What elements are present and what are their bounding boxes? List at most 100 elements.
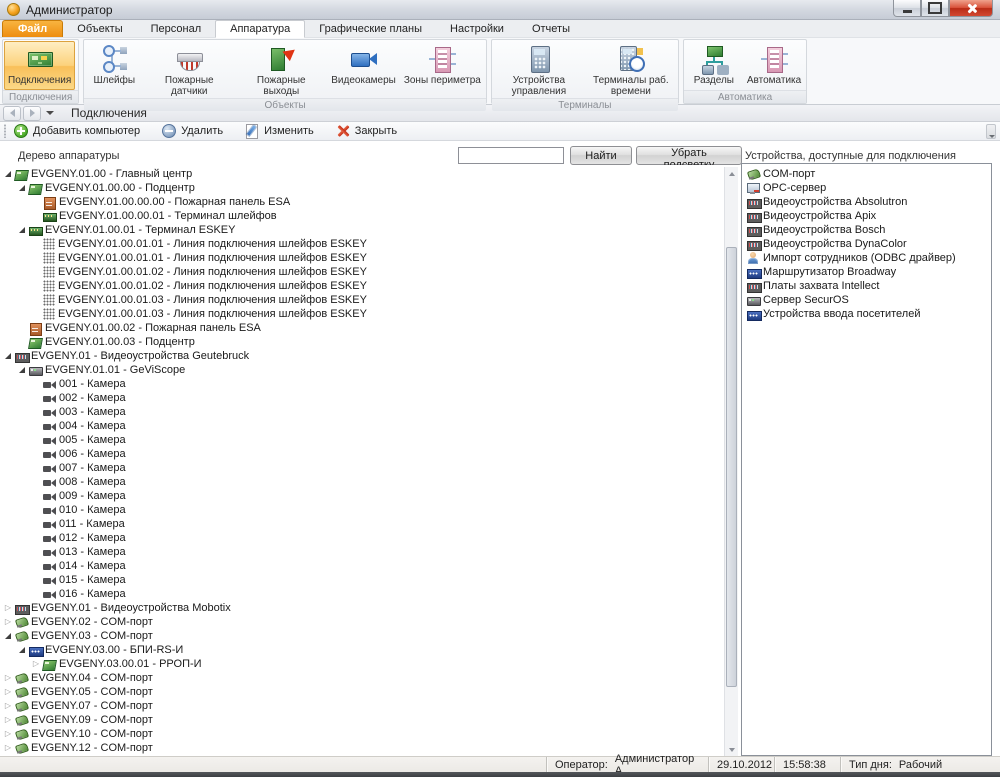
ribbon-button[interactable]: Устройства управления: [493, 41, 585, 98]
close-button[interactable]: [949, 0, 993, 17]
scrollbar-thumb[interactable]: [726, 247, 737, 687]
expand-toggle-icon[interactable]: [16, 322, 28, 334]
expand-toggle-icon[interactable]: [30, 378, 42, 390]
device-item[interactable]: Устройства ввода посетителей: [746, 307, 991, 321]
tab[interactable]: Персонал: [137, 21, 216, 37]
tree-item[interactable]: EVGENY.03.00 - БПИ-RS-И: [0, 643, 724, 657]
tree-item[interactable]: 002 - Камера: [0, 391, 724, 405]
expand-toggle-icon[interactable]: [30, 238, 42, 250]
expand-toggle-icon[interactable]: [30, 658, 42, 670]
tree-scrollbar[interactable]: [724, 167, 738, 756]
expand-toggle-icon[interactable]: [30, 560, 42, 572]
tree-item[interactable]: EVGENY.01.00.01.01 - Линия подключения ш…: [0, 237, 724, 251]
scroll-up-icon[interactable]: [726, 167, 737, 180]
tree-item[interactable]: 007 - Камера: [0, 461, 724, 475]
tree-item[interactable]: EVGENY.01.00.01.03 - Линия подключения ш…: [0, 293, 724, 307]
tree-item[interactable]: EVGENY.02 - COM-порт: [0, 615, 724, 629]
tree-item[interactable]: 014 - Камера: [0, 559, 724, 573]
expand-toggle-icon[interactable]: [2, 686, 14, 698]
device-item[interactable]: Видеоустройства Bosch: [746, 223, 991, 237]
expand-toggle-icon[interactable]: [16, 224, 28, 236]
tree-item[interactable]: EVGENY.01 - Видеоустройства Geutebruck: [0, 349, 724, 363]
tree-item[interactable]: EVGENY.01.00.00.00 - Пожарная панель ESA: [0, 195, 724, 209]
search-input[interactable]: [458, 147, 564, 164]
ribbon-button[interactable]: Подключения: [4, 41, 75, 90]
expand-toggle-icon[interactable]: [30, 504, 42, 516]
device-item[interactable]: Маршрутизатор Broadway: [746, 265, 991, 279]
tree-item[interactable]: EVGENY.03 - COM-порт: [0, 629, 724, 643]
tree-item[interactable]: EVGENY.01.00.00.01 - Терминал шлейфов: [0, 209, 724, 223]
tree-item[interactable]: EVGENY.03.00.01 - РРОП-И: [0, 657, 724, 671]
ribbon-button[interactable]: Автоматика: [743, 41, 805, 90]
expand-toggle-icon[interactable]: [30, 588, 42, 600]
expand-toggle-icon[interactable]: [30, 448, 42, 460]
tree-item[interactable]: EVGENY.01.01 - GeViScope: [0, 363, 724, 377]
device-item[interactable]: Импорт сотрудников (ODBC драйвер): [746, 251, 991, 265]
clear-highlight-button[interactable]: Убрать подсветку: [636, 146, 742, 165]
expand-toggle-icon[interactable]: [30, 546, 42, 558]
tab[interactable]: Отчеты: [518, 21, 584, 37]
expand-toggle-icon[interactable]: [30, 476, 42, 488]
tree-item[interactable]: EVGENY.01.00.02 - Пожарная панель ESA: [0, 321, 724, 335]
expand-toggle-icon[interactable]: [30, 308, 42, 320]
device-item[interactable]: COM-порт: [746, 167, 991, 181]
expand-toggle-icon[interactable]: [30, 490, 42, 502]
tree-item[interactable]: EVGENY.01.00.03 - Подцентр: [0, 335, 724, 349]
tree-item[interactable]: 001 - Камера: [0, 377, 724, 391]
device-item[interactable]: Видеоустройства DynaColor: [746, 237, 991, 251]
expand-toggle-icon[interactable]: [2, 714, 14, 726]
tree-item[interactable]: 015 - Камера: [0, 573, 724, 587]
tree-item[interactable]: EVGENY.04 - COM-порт: [0, 671, 724, 685]
expand-toggle-icon[interactable]: [30, 420, 42, 432]
ribbon-button[interactable]: Пожарные выходы: [235, 41, 327, 98]
expand-toggle-icon[interactable]: [2, 630, 14, 642]
tree-item[interactable]: EVGENY.01.00.01.02 - Линия подключения ш…: [0, 265, 724, 279]
tree-item[interactable]: 008 - Камера: [0, 475, 724, 489]
tree-item[interactable]: EVGENY.01.00.01.02 - Линия подключения ш…: [0, 279, 724, 293]
expand-toggle-icon[interactable]: [16, 336, 28, 348]
ribbon-button[interactable]: Терминалы раб. времени: [585, 41, 677, 98]
expand-toggle-icon[interactable]: [30, 462, 42, 474]
expand-toggle-icon[interactable]: [16, 644, 28, 656]
device-item[interactable]: Видеоустройства Absolutron: [746, 195, 991, 209]
tab[interactable]: Графические планы: [305, 21, 436, 37]
tree-item[interactable]: EVGENY.01.00 - Главный центр: [0, 167, 724, 181]
history-dropdown-icon[interactable]: [43, 106, 57, 121]
expand-toggle-icon[interactable]: [30, 294, 42, 306]
forward-icon[interactable]: [23, 106, 41, 121]
tab[interactable]: Файл: [2, 20, 63, 37]
tree-item[interactable]: 004 - Камера: [0, 419, 724, 433]
device-item[interactable]: Платы захвата Intellect: [746, 279, 991, 293]
expand-toggle-icon[interactable]: [30, 210, 42, 222]
toolbar-button[interactable]: Изменить: [242, 123, 317, 139]
ribbon-button[interactable]: Шлейфы: [85, 41, 143, 98]
toolbar-button[interactable]: Удалить: [159, 123, 226, 139]
tree-item[interactable]: 012 - Камера: [0, 531, 724, 545]
tree-item[interactable]: EVGENY.01.00.00 - Подцентр: [0, 181, 724, 195]
maximize-button[interactable]: [921, 0, 949, 17]
ribbon-button[interactable]: Видеокамеры: [327, 41, 400, 98]
toolbar-button[interactable]: Добавить компьютер: [11, 123, 143, 139]
expand-toggle-icon[interactable]: [30, 196, 42, 208]
tree-item[interactable]: EVGENY.07 - COM-порт: [0, 699, 724, 713]
tree-item[interactable]: 011 - Камера: [0, 517, 724, 531]
tree-item[interactable]: 005 - Камера: [0, 433, 724, 447]
tab[interactable]: Настройки: [436, 21, 518, 37]
tab[interactable]: Аппаратура: [215, 20, 305, 38]
ribbon-button[interactable]: Зоны периметра: [400, 41, 485, 98]
tree-item[interactable]: 016 - Камера: [0, 587, 724, 601]
expand-toggle-icon[interactable]: [30, 406, 42, 418]
device-item[interactable]: Сервер SecurOS: [746, 293, 991, 307]
ribbon-button[interactable]: Пожарные датчики: [143, 41, 235, 98]
expand-toggle-icon[interactable]: [2, 728, 14, 740]
scroll-down-icon[interactable]: [726, 743, 737, 756]
expand-toggle-icon[interactable]: [30, 532, 42, 544]
expand-toggle-icon[interactable]: [2, 616, 14, 628]
expand-toggle-icon[interactable]: [2, 700, 14, 712]
expand-toggle-icon[interactable]: [30, 266, 42, 278]
tab[interactable]: Объекты: [63, 21, 136, 37]
device-item[interactable]: OPC-сервер: [746, 181, 991, 195]
back-icon[interactable]: [3, 106, 21, 121]
tree-item[interactable]: 009 - Камера: [0, 489, 724, 503]
expand-toggle-icon[interactable]: [30, 574, 42, 586]
